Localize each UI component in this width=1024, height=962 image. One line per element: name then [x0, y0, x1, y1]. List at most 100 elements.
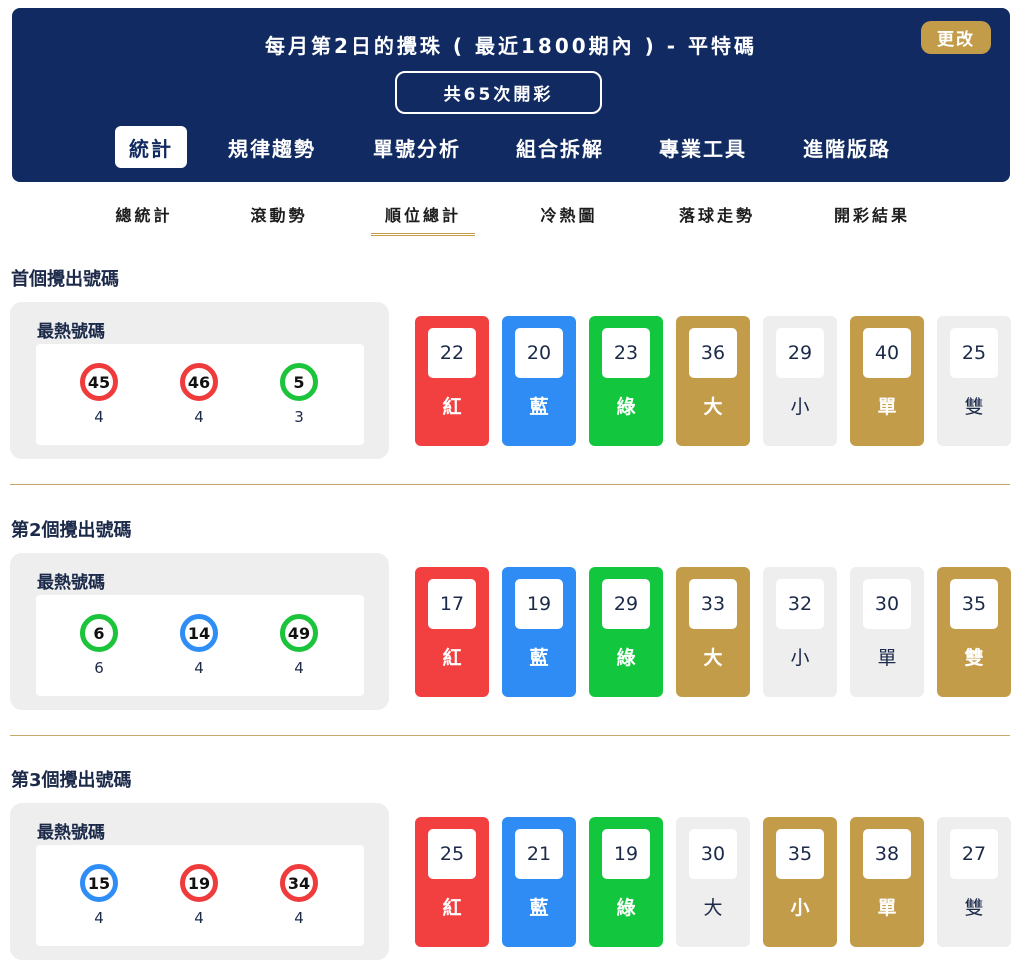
subtab-overall-stats[interactable]: 總統計 [111, 202, 177, 226]
number-ball[interactable]: 5 [280, 363, 318, 401]
stat-card-red: 25 紅 [415, 817, 489, 947]
number-ball[interactable]: 14 [180, 614, 218, 652]
stat-label: 綠 [616, 647, 636, 669]
stat-label: 雙 [964, 897, 984, 919]
tab-professional-tools[interactable]: 專業工具 [648, 126, 758, 168]
stat-value: 21 [515, 829, 563, 879]
number-ball[interactable]: 45 [80, 363, 118, 401]
total-draws-badge: 共65次開彩 [395, 71, 602, 114]
ball-count: 3 [294, 408, 304, 426]
stat-card-red: 22 紅 [415, 316, 489, 446]
stat-label: 紅 [442, 897, 462, 919]
stat-label: 單 [877, 897, 897, 919]
stat-card-even: 35 雙 [937, 567, 1011, 697]
section-title: 第2個攪出號碼 [11, 520, 132, 541]
stat-value: 19 [602, 829, 650, 879]
stat-label: 雙 [964, 647, 984, 669]
stat-value: 30 [863, 579, 911, 629]
stat-label: 綠 [616, 897, 636, 919]
section-divider [10, 484, 1010, 485]
stat-value: 36 [689, 328, 737, 378]
section-divider [10, 735, 1010, 736]
stat-label: 藍 [529, 396, 549, 418]
stat-value: 23 [602, 328, 650, 378]
ball-count: 4 [194, 909, 204, 927]
stat-value: 40 [863, 328, 911, 378]
stat-label: 大 [703, 396, 723, 418]
stat-value: 19 [515, 579, 563, 629]
subtab-draw-results[interactable]: 開彩結果 [828, 202, 916, 226]
stat-value: 30 [689, 829, 737, 879]
stat-value: 27 [950, 829, 998, 879]
hot-numbers-label: 最熱號碼 [37, 573, 105, 593]
stat-card-even: 27 雙 [937, 817, 1011, 947]
stat-label: 藍 [529, 647, 549, 669]
stat-card-small: 35 小 [763, 817, 837, 947]
stat-card-blue: 20 藍 [502, 316, 576, 446]
stat-value: 25 [950, 328, 998, 378]
hot-numbers-panel: 最熱號碼 45 4 46 4 5 3 [10, 302, 389, 459]
stat-label: 小 [790, 396, 810, 418]
hot-numbers-label: 最熱號碼 [37, 823, 105, 843]
stat-label: 大 [703, 647, 723, 669]
stat-card-big: 33 大 [676, 567, 750, 697]
stat-label: 綠 [616, 396, 636, 418]
page-header: 每月第2日的攪珠 ( 最近1800期內 ) - 平特碼 更改 共65次開彩 統計… [12, 8, 1010, 182]
ball-count: 4 [194, 408, 204, 426]
stat-card-big: 30 大 [676, 817, 750, 947]
ball-count: 6 [94, 659, 104, 677]
hot-numbers-label: 最熱號碼 [37, 322, 105, 342]
number-ball[interactable]: 34 [280, 864, 318, 902]
number-ball[interactable]: 15 [80, 864, 118, 902]
section-title: 第3個攪出號碼 [11, 770, 132, 791]
stat-label: 單 [877, 396, 897, 418]
number-ball[interactable]: 49 [280, 614, 318, 652]
stat-value: 32 [776, 579, 824, 629]
stat-label: 紅 [442, 396, 462, 418]
stat-value: 17 [428, 579, 476, 629]
subtab-ball-trend[interactable]: 落球走勢 [673, 202, 761, 226]
stat-value: 38 [863, 829, 911, 879]
subtab-heat-map[interactable]: 冷熱圖 [536, 202, 602, 226]
stat-label: 小 [790, 897, 810, 919]
stat-card-small: 29 小 [763, 316, 837, 446]
hot-numbers-panel: 最熱號碼 6 6 14 4 49 4 [10, 553, 389, 710]
tab-statistics[interactable]: 統計 [115, 126, 187, 168]
stat-card-green: 29 綠 [589, 567, 663, 697]
number-ball[interactable]: 46 [180, 363, 218, 401]
stat-label: 紅 [442, 647, 462, 669]
stat-card-even: 25 雙 [937, 316, 1011, 446]
stat-card-big: 36 大 [676, 316, 750, 446]
stat-value: 35 [776, 829, 824, 879]
stat-value: 33 [689, 579, 737, 629]
tab-advanced-roadmap[interactable]: 進階版路 [792, 126, 902, 168]
stat-card-odd: 38 單 [850, 817, 924, 947]
tab-single-number-analysis[interactable]: 單號分析 [362, 126, 472, 168]
ball-count: 4 [94, 909, 104, 927]
stat-card-blue: 19 藍 [502, 567, 576, 697]
edit-button[interactable]: 更改 [921, 21, 991, 54]
ball-count: 4 [294, 909, 304, 927]
stat-value: 29 [776, 328, 824, 378]
stat-value: 25 [428, 829, 476, 879]
stat-value: 35 [950, 579, 998, 629]
stat-card-small: 32 小 [763, 567, 837, 697]
hot-numbers-list: 15 4 19 4 34 4 [36, 845, 364, 946]
stat-card-odd: 40 單 [850, 316, 924, 446]
stat-card-blue: 21 藍 [502, 817, 576, 947]
subtab-rolling-trend[interactable]: 滾動勢 [246, 202, 312, 226]
hot-numbers-list: 6 6 14 4 49 4 [36, 595, 364, 696]
ball-count: 4 [294, 659, 304, 677]
stat-label: 大 [703, 897, 723, 919]
tab-combination-breakdown[interactable]: 組合拆解 [505, 126, 615, 168]
subtab-position-stats[interactable]: 順位總計 [371, 202, 475, 236]
hot-numbers-panel: 最熱號碼 15 4 19 4 34 4 [10, 803, 389, 960]
stat-label: 小 [790, 647, 810, 669]
section-title: 首個攪出號碼 [11, 269, 119, 290]
stat-value: 29 [602, 579, 650, 629]
page-title: 每月第2日的攪珠 ( 最近1800期內 ) - 平特碼 [265, 34, 757, 58]
stat-value: 20 [515, 328, 563, 378]
tab-pattern-trend[interactable]: 規律趨勢 [217, 126, 327, 168]
number-ball[interactable]: 19 [180, 864, 218, 902]
number-ball[interactable]: 6 [80, 614, 118, 652]
